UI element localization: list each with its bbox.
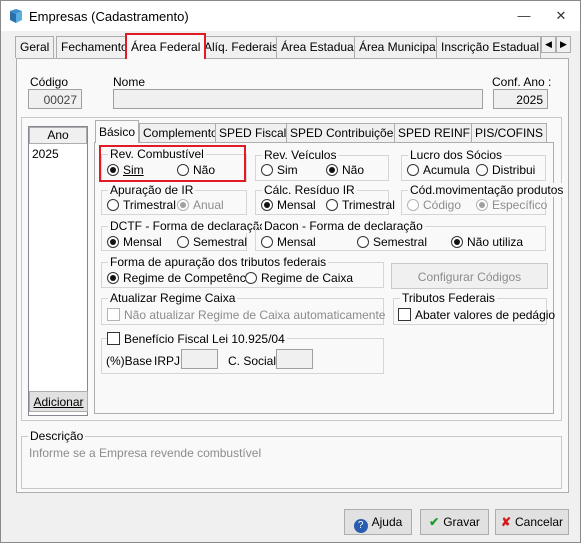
checkbox-icon [107, 308, 120, 321]
radio-selected-icon [107, 272, 119, 284]
cod-mov-especifico-radio: Específico [476, 198, 547, 212]
radio-selected-icon [261, 199, 273, 211]
radio-icon [107, 199, 119, 211]
nao-atualizar-regime-checkbox[interactable]: Não atualizar Regime de Caixa automatica… [107, 308, 385, 322]
tabs-scroll-left-icon[interactable]: ◀ [541, 36, 556, 53]
lucro-acumula-radio[interactable]: Acumula [407, 163, 470, 177]
atualizar-regime-title: Atualizar Regime Caixa [108, 291, 238, 305]
highlight-box [99, 145, 246, 182]
gravar-button[interactable]: ✔ Gravar [420, 509, 489, 535]
irpj-label: IRPJ [154, 354, 181, 368]
beneficio-fiscal-checkbox[interactable]: Benefício Fiscal Lei 10.925/04 [107, 332, 287, 346]
year-list[interactable] [28, 126, 88, 416]
codigo-field[interactable]: 00027 [28, 89, 82, 109]
dacon-mensal-radio[interactable]: Mensal [261, 235, 316, 249]
irpj-field[interactable] [181, 349, 218, 369]
radio-icon [476, 164, 488, 176]
tab-inscricao-estadual[interactable]: Inscrição Estadual S [436, 36, 541, 58]
tab-aliq-federais[interactable]: Alíq. Federais [199, 36, 284, 58]
tab-area-municipal[interactable]: Área Municipal [354, 36, 444, 58]
regime-caixa-radio[interactable]: Regime de Caixa [245, 271, 353, 285]
nome-field[interactable] [113, 89, 483, 109]
forma-apuracao-title: Forma de apuração dos tributos federais [108, 255, 329, 269]
app-icon [10, 9, 22, 23]
radio-icon [261, 164, 273, 176]
tabs-scroll-right-icon[interactable]: ▶ [556, 36, 571, 53]
help-icon: ? [353, 519, 368, 533]
radio-icon [407, 199, 419, 211]
dacon-semestral-radio[interactable]: Semestral [357, 235, 427, 249]
dacon-title: Dacon - Forma de declaração [262, 219, 425, 233]
radio-icon [261, 236, 273, 248]
apuracao-ir-title: Apuração de IR [108, 183, 196, 197]
tributos-federais-title: Tributos Federais [400, 291, 497, 305]
radio-selected-icon [476, 199, 488, 211]
configurar-codigos-button[interactable]: Configurar Códigos [391, 263, 548, 289]
cod-mov-codigo-radio: Código [407, 198, 461, 212]
title-bar: Empresas (Cadastramento) — ✕ [1, 1, 580, 31]
subtab-basico[interactable]: Básico [95, 120, 140, 143]
adicionar-button[interactable]: Adicionar [29, 391, 88, 412]
subtab-sped-contribuicoes[interactable]: SPED Contribuições [286, 123, 404, 142]
regime-competencia-radio[interactable]: Regime de Competência [107, 271, 255, 285]
radio-selected-icon [451, 236, 463, 248]
dctf-title: DCTF - Forma de declaração [108, 219, 269, 233]
radio-selected-icon [326, 164, 338, 176]
check-icon: ✔ [429, 515, 440, 529]
radio-icon [357, 236, 369, 248]
cancel-x-icon: ✘ [500, 515, 512, 529]
year-list-item[interactable]: 2025 [32, 147, 59, 161]
radio-icon [326, 199, 338, 211]
year-list-header[interactable]: Ano [29, 127, 87, 144]
rev-veiculos-nao-radio[interactable]: Não [326, 163, 364, 177]
tab-area-estadual[interactable]: Área Estadual [276, 36, 362, 58]
radio-selected-icon [177, 199, 189, 211]
ajuda-button[interactable]: ? Ajuda [344, 509, 412, 535]
rev-veiculos-sim-radio[interactable]: Sim [261, 163, 298, 177]
descricao-title: Descrição [28, 429, 86, 443]
codigo-label: Código [30, 75, 69, 89]
cancelar-button[interactable]: ✘ Cancelar [495, 509, 569, 535]
tab-area-federal[interactable]: Área Federal [125, 33, 207, 59]
empresas-window: Empresas (Cadastramento) — ✕ Geral Fecha… [0, 0, 581, 543]
subtab-pis-cofins[interactable]: PIS/COFINS [471, 123, 548, 142]
calc-residuo-title: Cálc. Resíduo IR [262, 183, 357, 197]
checkbox-icon [398, 308, 411, 321]
rev-veiculos-title: Rev. Veículos [262, 148, 339, 162]
checkbox-icon [107, 332, 120, 345]
window-title: Empresas (Cadastramento) [29, 9, 189, 24]
radio-icon [245, 272, 257, 284]
abater-pedagio-checkbox[interactable]: Abater valores de pedágio [398, 308, 555, 322]
conf-ano-label: Conf. Ano : [492, 75, 552, 89]
lucro-socios-title: Lucro dos Sócios [408, 148, 505, 162]
csocial-label: C. Social [228, 354, 277, 368]
radio-icon [407, 164, 419, 176]
cod-mov-title: Cód.movimentação produtos [408, 183, 566, 197]
apuracao-trimestral-radio[interactable]: Trimestral [107, 198, 176, 212]
base-label: (%)Base [106, 354, 153, 368]
residuo-mensal-radio[interactable]: Mensal [261, 198, 316, 212]
descricao-text: Informe se a Empresa revende combustível [29, 446, 262, 460]
nome-label: Nome [113, 75, 146, 89]
radio-icon [177, 236, 189, 248]
minimize-icon[interactable]: — [514, 7, 534, 25]
radio-selected-icon [107, 236, 119, 248]
subtab-sped-fiscal[interactable]: SPED Fiscal [215, 123, 291, 142]
lucro-distribui-radio[interactable]: Distribui [476, 163, 535, 177]
csocial-field[interactable] [276, 349, 313, 369]
subtab-sped-reinf[interactable]: SPED REINF [394, 123, 475, 142]
subtab-complemento[interactable]: Complemento [139, 123, 222, 142]
tab-fechamento[interactable]: Fechamento [56, 36, 133, 58]
dctf-semestral-radio[interactable]: Semestral [177, 235, 247, 249]
apuracao-anual-radio: Anual [177, 198, 224, 212]
tab-geral[interactable]: Geral [15, 36, 55, 58]
conf-ano-field[interactable]: 2025 [493, 89, 548, 109]
close-icon[interactable]: ✕ [551, 7, 571, 25]
dctf-mensal-radio[interactable]: Mensal [107, 235, 162, 249]
dacon-nao-utiliza-radio[interactable]: Não utiliza [451, 235, 523, 249]
residuo-trimestral-radio[interactable]: Trimestral [326, 198, 395, 212]
descricao-group: Descrição [21, 429, 562, 489]
